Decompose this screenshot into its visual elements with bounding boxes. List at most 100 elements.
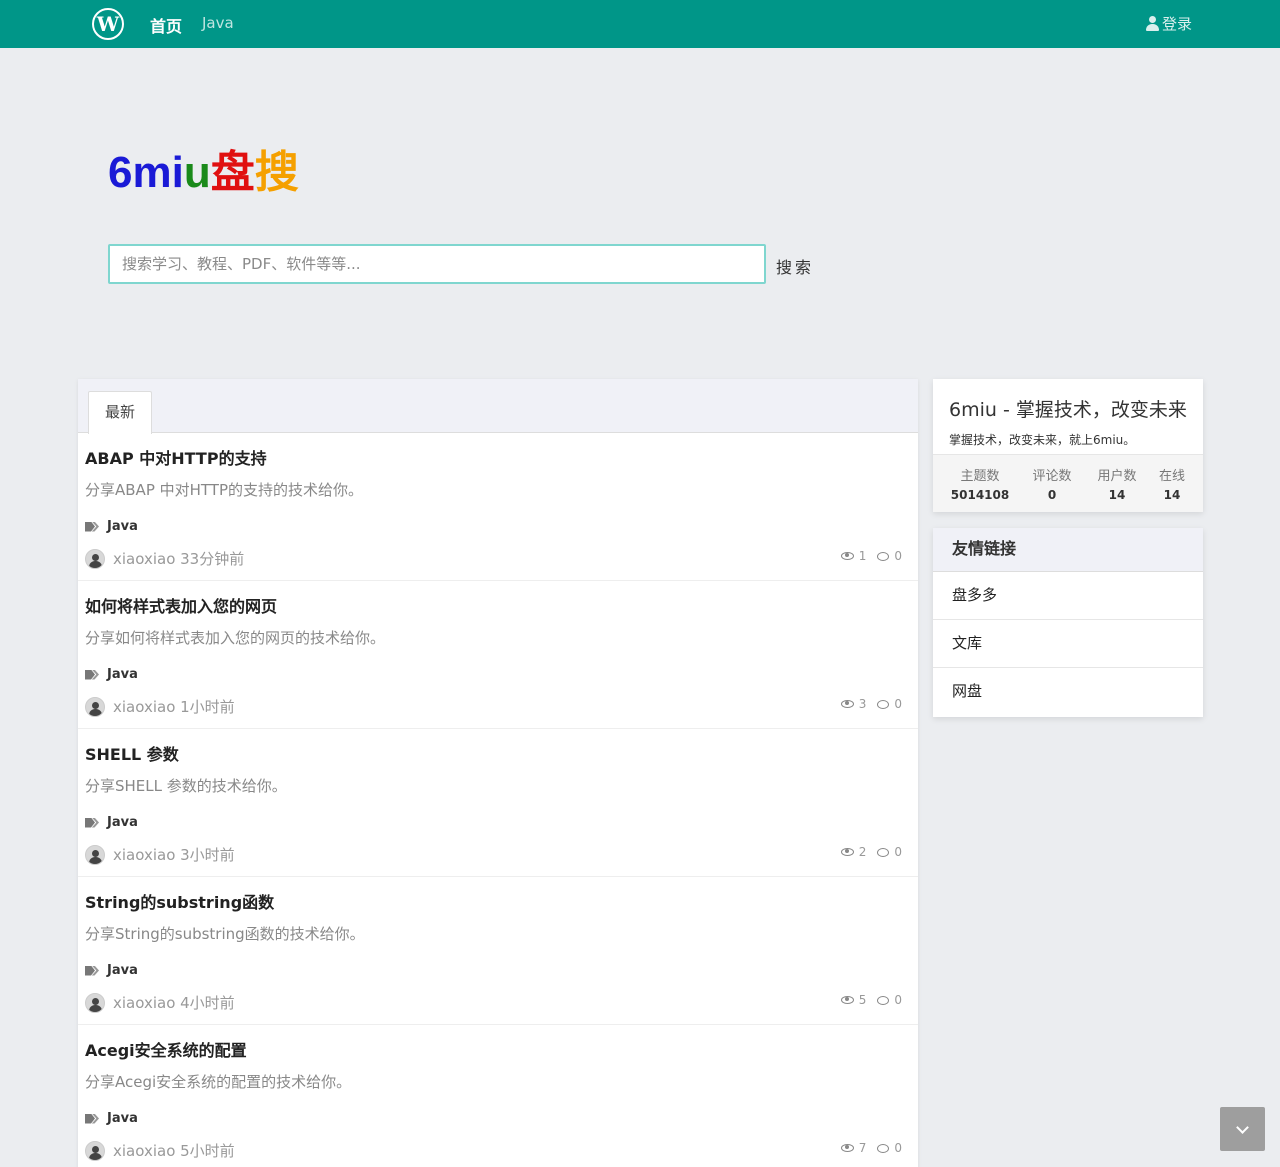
post-item: 如何将样式表加入您的网页 分享如何将样式表加入您的网页的技术给你。 Java x… <box>78 581 918 729</box>
site-info-card: 6miu - 掌握技术，改变未来 掌握技术，改变未来，就上6miu。 主题数 5… <box>933 379 1203 512</box>
post-list-panel: 最新 ABAP 中对HTTP的支持 分享ABAP 中对HTTP的支持的技术给你。… <box>78 379 918 1167</box>
post-tag[interactable]: Java <box>85 1111 138 1126</box>
view-count: 5 <box>858 993 867 1007</box>
post-stats: 20 <box>840 845 902 859</box>
avatar[interactable] <box>85 992 105 1013</box>
post-title[interactable]: ABAP 中对HTTP的支持 <box>85 445 267 469</box>
post-tag-label: Java <box>107 815 138 830</box>
tags-icon <box>85 1114 99 1124</box>
eye-icon <box>840 1144 854 1152</box>
post-title[interactable]: SHELL 参数 <box>85 741 179 765</box>
tags-icon <box>85 818 99 828</box>
post-item: String的substring函数 分享String的substring函数的… <box>78 877 918 1025</box>
view-count: 3 <box>858 697 867 711</box>
search-input[interactable] <box>108 244 766 284</box>
post-author: xiaoxiao 33分钟前 <box>85 548 244 569</box>
comment-icon <box>877 551 890 561</box>
nav-home-link[interactable]: 首页 <box>150 13 182 37</box>
post-stats: 30 <box>840 697 902 711</box>
comment-icon <box>877 847 890 857</box>
tab-bar: 最新 <box>78 379 918 434</box>
link-wenku[interactable]: 文库 <box>933 620 1203 668</box>
post-author-label: xiaoxiao 5小时前 <box>113 1142 235 1160</box>
stat-label: 用户数 <box>1097 469 1137 484</box>
brand-part-u: u <box>183 148 211 197</box>
comment-count: 0 <box>894 549 902 563</box>
post-tag[interactable]: Java <box>85 667 138 682</box>
comment-icon <box>877 995 890 1005</box>
stat-value: 14 <box>1108 488 1126 502</box>
post-author: xiaoxiao 5小时前 <box>85 1140 235 1161</box>
post-tag-label: Java <box>107 519 138 534</box>
eye-icon <box>840 552 854 560</box>
comment-count: 0 <box>894 993 902 1007</box>
tags-icon <box>85 522 99 532</box>
post-item: SHELL 参数 分享SHELL 参数的技术给你。 Java xiaoxiao … <box>78 729 918 877</box>
post-tag-label: Java <box>107 1111 138 1126</box>
link-wangpan[interactable]: 网盘 <box>933 668 1203 716</box>
nav-java-link[interactable]: Java <box>202 14 234 32</box>
stat-label: 评论数 <box>1032 469 1072 484</box>
avatar[interactable] <box>85 1140 105 1161</box>
post-tag-label: Java <box>107 667 138 682</box>
friendly-links-heading: 友情链接 <box>933 528 1203 572</box>
scroll-down-button[interactable] <box>1220 1107 1265 1151</box>
post-stats: 70 <box>840 1141 902 1155</box>
post-author: xiaoxiao 3小时前 <box>85 844 235 865</box>
post-author: xiaoxiao 1小时前 <box>85 696 235 717</box>
brand-part-pan: 盘 <box>210 148 255 197</box>
post-description: 分享ABAP 中对HTTP的支持的技术给你。 <box>85 481 364 499</box>
post-tag[interactable]: Java <box>85 519 138 534</box>
login-link[interactable]: 登录 <box>1146 13 1192 34</box>
stat-value: 14 <box>1163 488 1181 502</box>
site-stats: 主题数 5014108 评论数 0 用户数 14 在线 14 <box>933 454 1203 512</box>
comment-count: 0 <box>894 845 902 859</box>
post-description: 分享String的substring函数的技术给你。 <box>85 925 365 943</box>
post-author-label: xiaoxiao 1小时前 <box>113 698 235 716</box>
stat-comments: 评论数 0 <box>1022 465 1082 502</box>
post-tag[interactable]: Java <box>85 815 138 830</box>
wordpress-logo-icon[interactable]: W <box>92 8 124 40</box>
link-panduoduo[interactable]: 盘多多 <box>933 572 1203 620</box>
brand-part-sou: 搜 <box>254 148 299 197</box>
stat-topics: 主题数 5014108 <box>950 465 1010 502</box>
comment-icon <box>877 699 890 709</box>
post-author-label: xiaoxiao 4小时前 <box>113 994 235 1012</box>
post-author-label: xiaoxiao 3小时前 <box>113 846 235 864</box>
comment-count: 0 <box>894 697 902 711</box>
site-info-title: 6miu - 掌握技术，改变未来 <box>949 399 1187 421</box>
brand-part-6mi: 6mi <box>108 148 184 197</box>
comment-count: 0 <box>894 1141 902 1155</box>
post-title[interactable]: String的substring函数 <box>85 889 274 913</box>
avatar[interactable] <box>85 844 105 865</box>
tab-latest[interactable]: 最新 <box>88 391 152 434</box>
view-count: 7 <box>858 1141 867 1155</box>
eye-icon <box>840 996 854 1004</box>
avatar[interactable] <box>85 696 105 717</box>
eye-icon <box>840 848 854 856</box>
post-title[interactable]: 如何将样式表加入您的网页 <box>85 593 277 617</box>
avatar[interactable] <box>85 548 105 569</box>
post-description: 分享Acegi安全系统的配置的技术给你。 <box>85 1073 352 1091</box>
user-icon <box>1146 16 1159 31</box>
post-tag[interactable]: Java <box>85 963 138 978</box>
post-stats: 10 <box>840 549 902 563</box>
tags-icon <box>85 966 99 976</box>
tags-icon <box>85 670 99 680</box>
stat-value: 0 <box>1047 488 1057 502</box>
post-title[interactable]: Acegi安全系统的配置 <box>85 1037 247 1061</box>
stat-value: 5014108 <box>950 488 1010 502</box>
post-author: xiaoxiao 4小时前 <box>85 992 235 1013</box>
search-button[interactable]: 搜索 <box>776 254 814 278</box>
eye-icon <box>840 700 854 708</box>
comment-icon <box>877 1143 890 1153</box>
site-info-subtitle: 掌握技术，改变未来，就上6miu。 <box>949 433 1136 447</box>
view-count: 2 <box>858 845 867 859</box>
post-stats: 50 <box>840 993 902 1007</box>
site-brand-logo: 6miu盘搜 <box>108 136 299 200</box>
stat-label: 在线 <box>1158 469 1185 484</box>
post-description: 分享如何将样式表加入您的网页的技术给你。 <box>85 629 386 647</box>
stat-label: 主题数 <box>960 469 1000 484</box>
post-item: ABAP 中对HTTP的支持 分享ABAP 中对HTTP的支持的技术给你。 Ja… <box>78 433 918 581</box>
view-count: 1 <box>858 549 867 563</box>
